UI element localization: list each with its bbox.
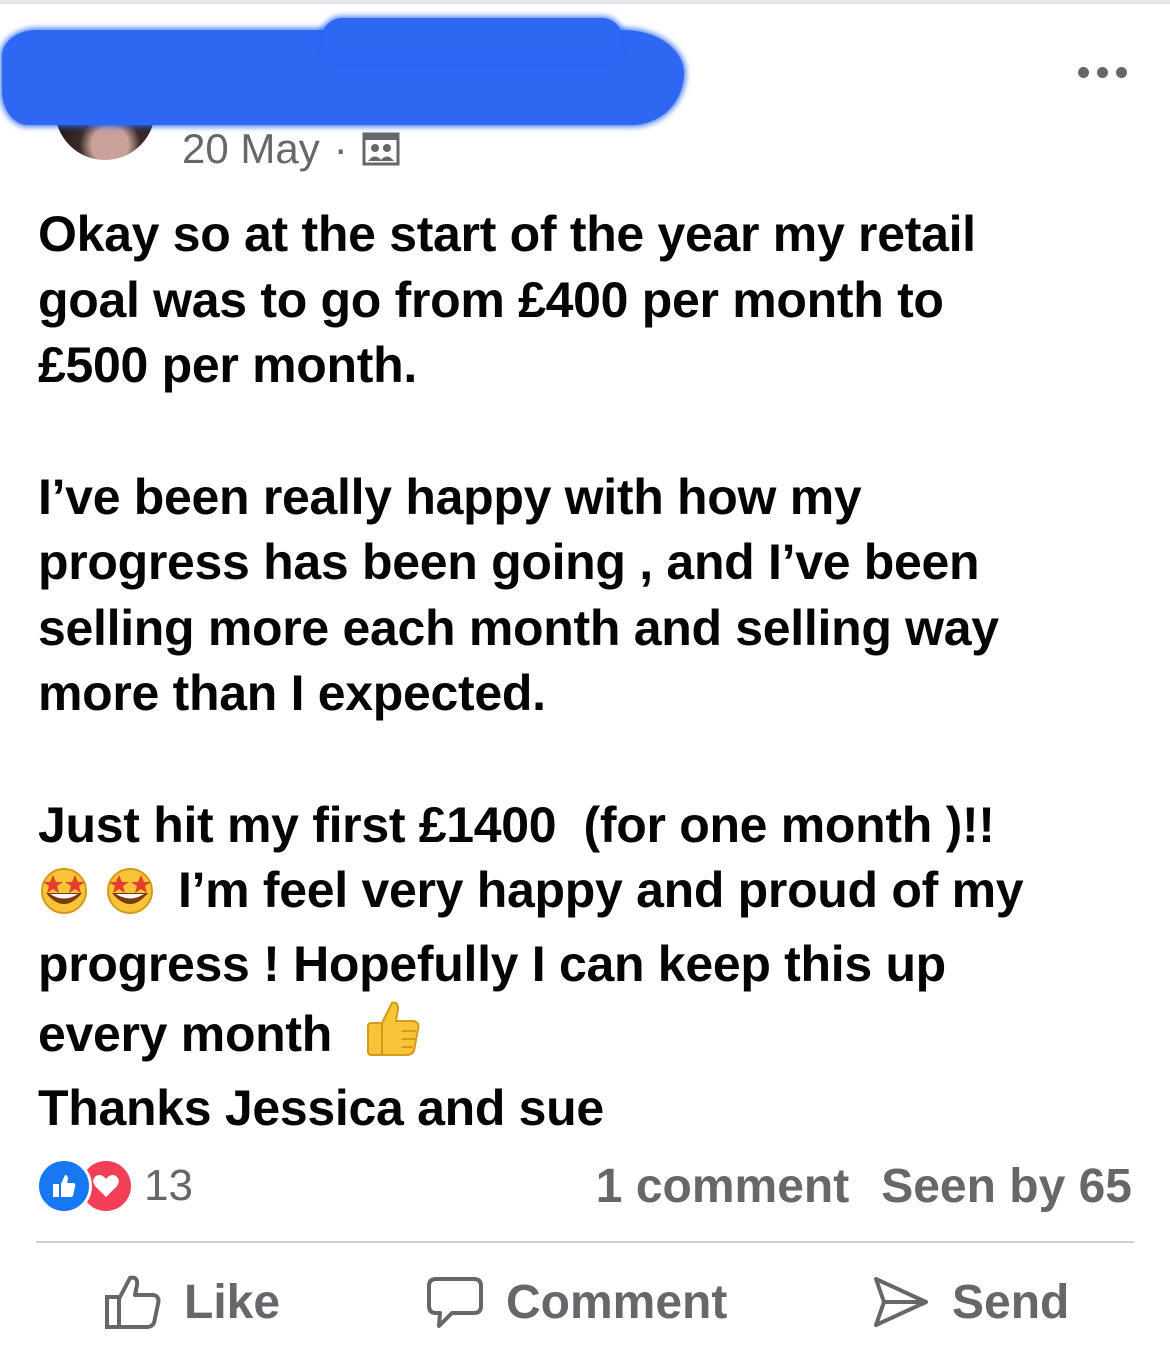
text-line-with-emoji: I’m feel very happy and proud of my: [38, 858, 1138, 932]
text-line: progress ! Hopefully I can keep this up: [38, 935, 946, 992]
text-line: goal was to go from £400 per month to: [38, 271, 944, 328]
send-button[interactable]: Send: [872, 1262, 1069, 1342]
reaction-count: 13: [144, 1161, 193, 1210]
more-dot: [1115, 66, 1127, 78]
star-struck-emoji: [104, 863, 160, 932]
post-meta: 20 May ·: [182, 124, 400, 174]
thumbs-up-icon: [105, 1275, 161, 1329]
like-reaction-icon: [36, 1158, 92, 1214]
more-options-icon: [1077, 66, 1089, 78]
seen-by-count[interactable]: Seen by 65: [881, 1159, 1132, 1214]
like-button[interactable]: Like: [104, 1262, 280, 1342]
post-date[interactable]: 20 May: [182, 125, 320, 173]
star-struck-emoji: [38, 863, 94, 932]
send-icon: [874, 1277, 928, 1327]
like-label: Like: [184, 1275, 281, 1329]
meta-separator: ·: [333, 125, 348, 172]
comment-label: Comment: [506, 1275, 728, 1329]
text-segment: every month: [38, 1006, 333, 1062]
post-stats: 1 comment Seen by 65: [596, 1159, 1132, 1214]
actions-divider: [36, 1241, 1134, 1243]
post-text: Okay so at the start of the year my reta…: [38, 202, 1138, 1141]
more-dot: [1096, 66, 1108, 78]
post-paragraph: Okay so at the start of the year my reta…: [38, 202, 1138, 399]
comment-button[interactable]: Comment: [426, 1262, 727, 1342]
group-icon[interactable]: [362, 130, 400, 168]
text-line: selling more each month and selling way: [38, 599, 999, 656]
thumbs-up-emoji: [362, 997, 424, 1076]
text-line: Thanks Jessica and sue: [38, 1079, 604, 1136]
top-divider: [0, 0, 1170, 4]
comment-bubble-icon: [427, 1277, 483, 1328]
post-actions: Like Comment Send: [0, 1262, 1170, 1342]
text-line: I’ve been really happy with how my: [38, 468, 862, 525]
send-label: Send: [952, 1275, 1070, 1329]
redacted-author-name: [2, 18, 684, 125]
more-options-button[interactable]: [1074, 60, 1130, 84]
text-line: £500 per month.: [38, 337, 417, 393]
text-line-with-emoji: every month: [38, 997, 1138, 1076]
post-paragraph: Just hit my first £1400 (for one month )…: [38, 793, 1138, 1142]
comments-count[interactable]: 1 comment: [596, 1159, 849, 1214]
reactions-summary[interactable]: 13: [36, 1158, 193, 1214]
text-line: progress has been going , and I’ve been: [38, 534, 980, 590]
text-line: Just hit my first £1400 (for one month )…: [38, 796, 995, 853]
post-paragraph: I’ve been really happy with how my progr…: [38, 465, 1138, 727]
text-line: Okay so at the start of the year my reta…: [38, 206, 976, 262]
text-segment: I’m feel very happy and proud of my: [178, 862, 1024, 918]
text-line: more than I expected.: [38, 665, 546, 721]
